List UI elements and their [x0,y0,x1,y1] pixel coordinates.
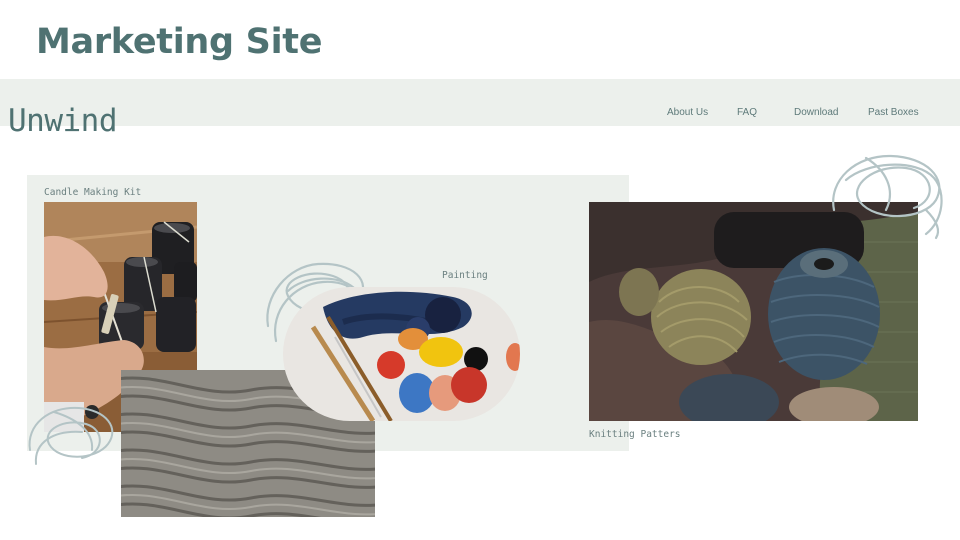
knitting-patterns-label[interactable]: Knitting Patters [589,429,681,440]
nav-link-about-us[interactable]: About Us [667,107,708,118]
site-header-bar [0,79,960,126]
painting-photo[interactable] [283,287,520,421]
site-brand-logo[interactable]: Unwind [8,103,117,139]
slide-title: Marketing Site [36,22,323,62]
scribble-doodle-icon [24,400,124,472]
scribble-doodle-icon [826,150,954,240]
nav-link-past-boxes[interactable]: Past Boxes [868,107,919,118]
nav-link-download[interactable]: Download [794,107,838,118]
candle-kit-label[interactable]: Candle Making Kit [44,187,141,198]
nav-link-faq[interactable]: FAQ [737,107,757,118]
painting-label[interactable]: Painting [442,270,488,281]
